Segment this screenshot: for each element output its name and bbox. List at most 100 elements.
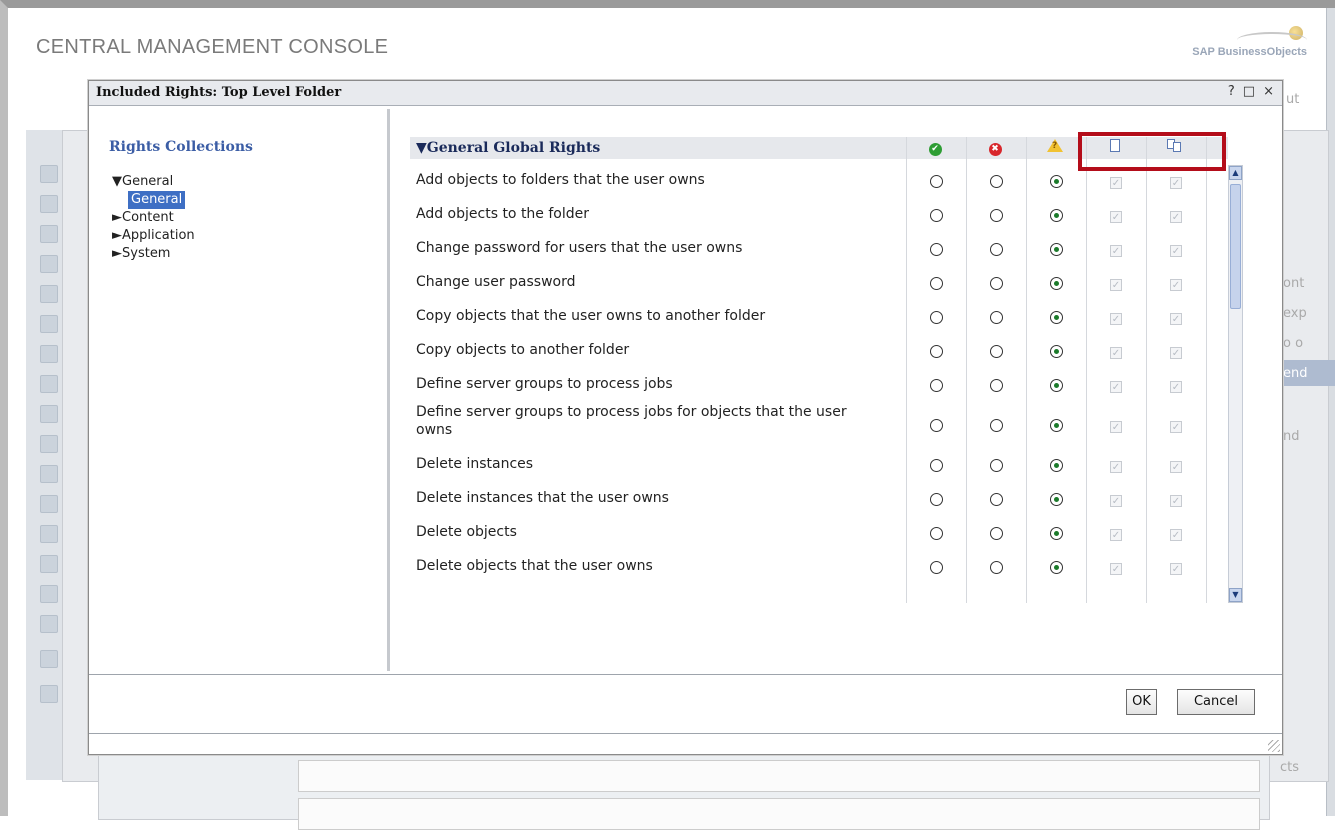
not-specified-radio[interactable]: [1049, 243, 1063, 256]
denied-radio[interactable]: [989, 379, 1003, 392]
apply-to-subobjects-checkbox[interactable]: ✓: [1170, 211, 1182, 223]
denied-radio[interactable]: [989, 345, 1003, 358]
apply-to-object-checkbox[interactable]: ✓: [1110, 313, 1122, 325]
scroll-thumb[interactable]: [1230, 184, 1241, 309]
bg-nav-icon[interactable]: [40, 255, 58, 273]
granted-radio[interactable]: [929, 493, 943, 506]
denied-radio[interactable]: [989, 277, 1003, 290]
denied-radio[interactable]: [989, 493, 1003, 506]
granted-radio[interactable]: [929, 277, 943, 290]
granted-radio[interactable]: [929, 175, 943, 188]
tree-item-general-selected[interactable]: General: [128, 191, 186, 209]
apply-to-object-checkbox[interactable]: ✓: [1110, 529, 1122, 541]
bg-nav-icon[interactable]: [40, 285, 58, 303]
not-specified-radio[interactable]: [1049, 209, 1063, 222]
right-label: Delete instances: [416, 456, 534, 472]
denied-radio[interactable]: [989, 561, 1003, 574]
apply-to-object-checkbox[interactable]: ✓: [1110, 563, 1122, 575]
not-specified-radio[interactable]: [1049, 493, 1063, 506]
bg-nav-icon[interactable]: [40, 225, 58, 243]
bg-nav-icon[interactable]: [40, 195, 58, 213]
granted-radio[interactable]: [929, 209, 943, 222]
denied-radio[interactable]: [989, 243, 1003, 256]
tree-item-general[interactable]: ▼General: [112, 173, 195, 191]
bg-nav-icon[interactable]: [40, 375, 58, 393]
not-specified-radio[interactable]: [1049, 379, 1063, 392]
granted-radio[interactable]: [929, 527, 943, 540]
granted-radio[interactable]: [929, 311, 943, 324]
apply-to-subobjects-checkbox[interactable]: ✓: [1170, 461, 1182, 473]
denied-radio[interactable]: [989, 311, 1003, 324]
apply-to-object-checkbox[interactable]: ✓: [1110, 421, 1122, 433]
resize-grip-icon[interactable]: [1268, 740, 1280, 752]
ok-button[interactable]: OK: [1126, 689, 1157, 715]
apply-to-subobjects-checkbox[interactable]: ✓: [1170, 495, 1182, 507]
bg-nav-icon[interactable]: [40, 585, 58, 603]
granted-radio[interactable]: [929, 345, 943, 358]
not-specified-radio[interactable]: [1049, 311, 1063, 324]
bg-nav-icon[interactable]: [40, 685, 58, 703]
bg-nav-icon[interactable]: [40, 555, 58, 573]
apply-to-subobjects-checkbox[interactable]: ✓: [1170, 563, 1182, 575]
apply-to-object-checkbox[interactable]: ✓: [1110, 347, 1122, 359]
apply-to-object-checkbox[interactable]: ✓: [1110, 461, 1122, 473]
apply-to-object-checkbox[interactable]: ✓: [1110, 177, 1122, 189]
apply-to-subobjects-checkbox[interactable]: ✓: [1170, 421, 1182, 433]
bg-nav-icon[interactable]: [40, 465, 58, 483]
granted-radio[interactable]: [929, 243, 943, 256]
denied-radio[interactable]: [989, 209, 1003, 222]
close-icon[interactable]: ×: [1263, 84, 1274, 99]
cell: [967, 493, 1025, 510]
not-specified-radio[interactable]: [1049, 561, 1063, 574]
scroll-down-icon[interactable]: ▼: [1229, 588, 1242, 602]
apply-to-subobjects-checkbox[interactable]: ✓: [1170, 381, 1182, 393]
help-icon[interactable]: ?: [1228, 84, 1235, 99]
apply-to-subobjects-checkbox[interactable]: ✓: [1170, 313, 1182, 325]
denied-radio[interactable]: [989, 527, 1003, 540]
tree-item-application[interactable]: ►Application: [112, 227, 195, 245]
cancel-button[interactable]: Cancel: [1177, 689, 1255, 715]
bg-nav-icon[interactable]: [40, 615, 58, 633]
apply-to-object-checkbox[interactable]: ✓: [1110, 211, 1122, 223]
apply-to-object-checkbox[interactable]: ✓: [1110, 245, 1122, 257]
cell: [907, 175, 965, 192]
bg-nav-icon[interactable]: [40, 165, 58, 183]
bg-nav-icon[interactable]: [40, 405, 58, 423]
not-specified-radio[interactable]: [1049, 277, 1063, 290]
bg-nav-icon[interactable]: [40, 435, 58, 453]
cell: [1027, 277, 1085, 294]
apply-to-subobjects-checkbox[interactable]: ✓: [1170, 529, 1182, 541]
granted-radio[interactable]: [929, 459, 943, 472]
not-specified-radio[interactable]: [1049, 459, 1063, 472]
granted-radio[interactable]: [929, 379, 943, 392]
not-specified-radio[interactable]: [1049, 419, 1063, 432]
tree-item-system[interactable]: ►System: [112, 245, 195, 263]
bg-nav-icon[interactable]: [40, 495, 58, 513]
not-specified-radio[interactable]: [1049, 345, 1063, 358]
apply-to-object-checkbox[interactable]: ✓: [1110, 495, 1122, 507]
bg-nav-icon[interactable]: [40, 315, 58, 333]
apply-to-subobjects-checkbox[interactable]: ✓: [1170, 347, 1182, 359]
scroll-up-icon[interactable]: ▲: [1229, 166, 1242, 180]
bg-nav-icon[interactable]: [40, 525, 58, 543]
bg-nav-icon[interactable]: [40, 345, 58, 363]
denied-radio[interactable]: [989, 419, 1003, 432]
apply-to-object-checkbox[interactable]: ✓: [1110, 381, 1122, 393]
not-specified-radio[interactable]: [1049, 527, 1063, 540]
denied-radio[interactable]: [989, 175, 1003, 188]
not-specified-radio[interactable]: [1049, 175, 1063, 188]
granted-radio[interactable]: [929, 561, 943, 574]
apply-to-subobjects-checkbox[interactable]: ✓: [1170, 245, 1182, 257]
tree-item-content[interactable]: ►Content: [112, 209, 195, 227]
grid-scrollbar[interactable]: ▲ ▼: [1228, 165, 1243, 603]
table-row: Change password for users that the user …: [410, 233, 1228, 267]
dialog-titlebar[interactable]: Included Rights: Top Level Folder ? □ ×: [89, 81, 1282, 106]
denied-radio[interactable]: [989, 459, 1003, 472]
bg-nav-icon[interactable]: [40, 650, 58, 668]
table-row: Delete instances ✓ ✓: [410, 449, 1228, 483]
maximize-icon[interactable]: □: [1243, 84, 1255, 99]
granted-radio[interactable]: [929, 419, 943, 432]
apply-to-subobjects-checkbox[interactable]: ✓: [1170, 177, 1182, 189]
apply-to-subobjects-checkbox[interactable]: ✓: [1170, 279, 1182, 291]
apply-to-object-checkbox[interactable]: ✓: [1110, 279, 1122, 291]
